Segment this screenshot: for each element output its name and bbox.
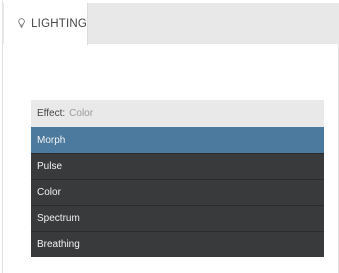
effect-option-color[interactable]: Color [31, 179, 324, 205]
tab-label: LIGHTING [31, 18, 87, 30]
effect-option-spectrum[interactable]: Spectrum [31, 205, 324, 231]
effect-option-morph[interactable]: Morph [31, 127, 324, 153]
effect-select[interactable]: Effect: Color [31, 100, 324, 127]
effect-dropdown: Effect: Color Morph Pulse Color Spectrum… [31, 100, 324, 257]
tab-lighting[interactable]: LIGHTING [4, 3, 88, 45]
effect-select-key: Effect: [37, 108, 66, 119]
effect-select-value: Color [69, 108, 94, 119]
lightbulb-icon [18, 18, 25, 28]
effect-option-pulse[interactable]: Pulse [31, 153, 324, 179]
effect-option-breathing[interactable]: Breathing [31, 231, 324, 257]
lighting-panel: LIGHTING Effect: Color Morph Pulse Color… [0, 0, 339, 273]
